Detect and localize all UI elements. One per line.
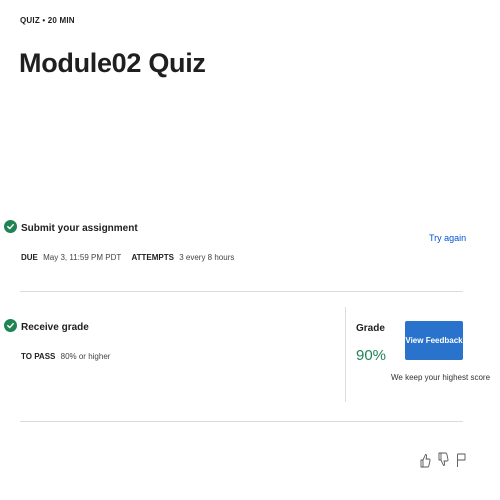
due-label: DUE (21, 253, 38, 262)
thumbs-down-icon[interactable] (437, 452, 449, 468)
flag-icon[interactable] (455, 452, 467, 468)
thumbs-up-icon[interactable] (419, 452, 431, 468)
grade-label: Grade (356, 323, 385, 334)
to-pass-value: 80% or higher (60, 352, 111, 361)
check-circle-icon (4, 319, 17, 332)
submit-meta: DUE May 3, 11:59 PM PDT ATTEMPTS 3 every… (21, 253, 242, 262)
highest-score-note: We keep your highest score (391, 373, 491, 382)
divider (20, 291, 463, 292)
grade-value: 90% (356, 347, 387, 364)
submit-section-title: Submit your assignment (21, 223, 138, 234)
divider (20, 421, 463, 422)
due-value: May 3, 11:59 PM PDT (43, 253, 122, 262)
attempts-label: ATTEMPTS (131, 253, 174, 262)
receive-section-title: Receive grade (21, 322, 89, 333)
receive-meta: TO PASS 80% or higher (21, 352, 118, 361)
vertical-divider (345, 307, 346, 402)
view-feedback-button[interactable]: View Feedback (405, 321, 463, 360)
attempts-value: 3 every 8 hours (179, 253, 235, 262)
to-pass-label: TO PASS (21, 352, 56, 361)
page-title: Module02 Quiz (19, 48, 206, 78)
feedback-icons (419, 452, 467, 468)
try-again-link[interactable]: Try again (429, 233, 466, 243)
check-circle-icon (4, 220, 17, 233)
quiz-meta: QUIZ • 20 MIN (20, 16, 75, 25)
